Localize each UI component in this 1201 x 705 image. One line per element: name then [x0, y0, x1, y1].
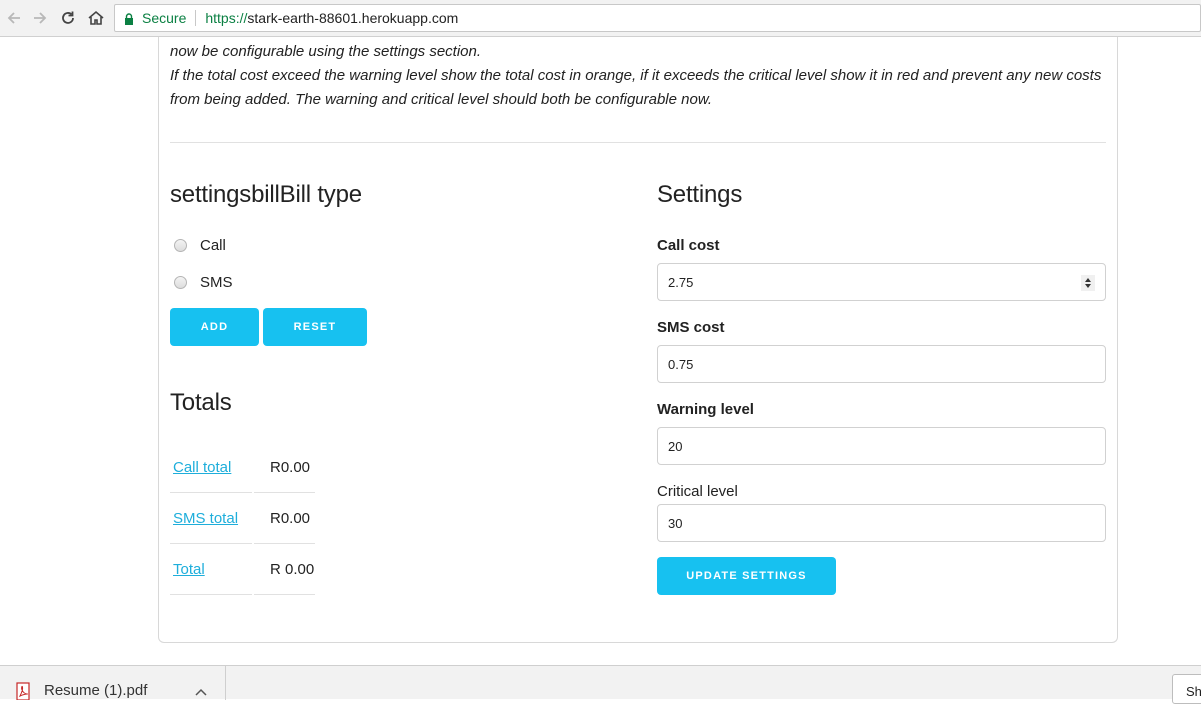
row-divider	[254, 594, 315, 595]
row-divider	[170, 492, 252, 493]
settings-heading: Settings	[657, 181, 743, 208]
row-divider	[254, 492, 315, 493]
divider	[170, 142, 1106, 143]
download-bar: Resume (1).pdf Sh	[0, 665, 1201, 704]
bill-type-heading: settingsbillBill type	[170, 181, 362, 208]
sms-total-value: R0.00	[270, 510, 311, 527]
number-spinner-icon[interactable]	[1081, 275, 1095, 291]
home-icon[interactable]	[86, 8, 106, 28]
critical-level-value: 30	[668, 515, 683, 531]
intro-line-2: If the total cost exceed the warning lev…	[170, 67, 1102, 108]
download-item[interactable]: Resume (1).pdf	[0, 666, 226, 701]
sms-cost-label: SMS cost	[657, 319, 725, 336]
url-host: stark-earth-88601.herokuapp.com	[247, 10, 459, 26]
warning-level-value: 20	[668, 438, 683, 454]
radio-call[interactable]	[174, 239, 187, 252]
row-divider	[170, 594, 252, 595]
call-total-value: R0.00	[270, 459, 311, 476]
radio-call-label: Call	[200, 237, 226, 254]
total-link[interactable]: Total	[173, 561, 205, 578]
total-value: R 0.00	[270, 561, 315, 578]
download-file-name: Resume (1).pdf	[44, 682, 148, 699]
address-bar[interactable]: Secure https://stark-earth-88601.herokua…	[114, 4, 1201, 32]
back-icon[interactable]	[4, 8, 24, 28]
table-row: Call total R0.00	[170, 459, 315, 510]
table-row: Total R 0.00	[170, 561, 315, 612]
pdf-file-icon	[16, 682, 30, 705]
reset-button[interactable]: RESET	[263, 308, 367, 346]
warning-level-label: Warning level	[657, 401, 754, 418]
sms-cost-value: 0.75	[668, 356, 694, 372]
show-all-button[interactable]: Sh	[1172, 674, 1201, 704]
intro-text: now be configurable using the settings s…	[170, 40, 1115, 112]
forward-icon[interactable]	[30, 8, 50, 28]
sms-cost-input[interactable]: 0.75	[657, 345, 1106, 383]
row-divider	[170, 543, 252, 544]
intro-line-1: now be configurable using the settings s…	[170, 43, 482, 60]
reload-icon[interactable]	[58, 8, 78, 28]
critical-level-input[interactable]: 30	[657, 504, 1106, 542]
call-total-link[interactable]: Call total	[173, 459, 231, 476]
omnibox-separator	[195, 10, 197, 26]
chevron-up-icon[interactable]	[195, 683, 207, 701]
lock-icon	[124, 12, 134, 25]
call-cost-value: 2.75	[668, 274, 694, 290]
row-divider	[254, 543, 315, 544]
call-cost-input[interactable]: 2.75	[657, 263, 1106, 301]
totals-heading: Totals	[170, 389, 232, 416]
radio-sms[interactable]	[174, 276, 187, 289]
call-cost-label: Call cost	[657, 237, 720, 254]
secure-label: Secure	[142, 10, 187, 26]
table-row: SMS total R0.00	[170, 510, 315, 561]
radio-sms-row[interactable]: SMS	[174, 274, 233, 291]
critical-level-label: Critical level	[657, 483, 738, 500]
add-button[interactable]: ADD	[170, 308, 259, 346]
browser-toolbar: Secure https://stark-earth-88601.herokua…	[0, 0, 1201, 37]
radio-sms-label: SMS	[200, 274, 233, 291]
radio-call-row[interactable]: Call	[174, 237, 226, 254]
sms-total-link[interactable]: SMS total	[173, 510, 238, 527]
url-scheme: https://	[205, 10, 248, 26]
warning-level-input[interactable]: 20	[657, 427, 1106, 465]
update-settings-button[interactable]: UPDATE SETTINGS	[657, 557, 836, 595]
